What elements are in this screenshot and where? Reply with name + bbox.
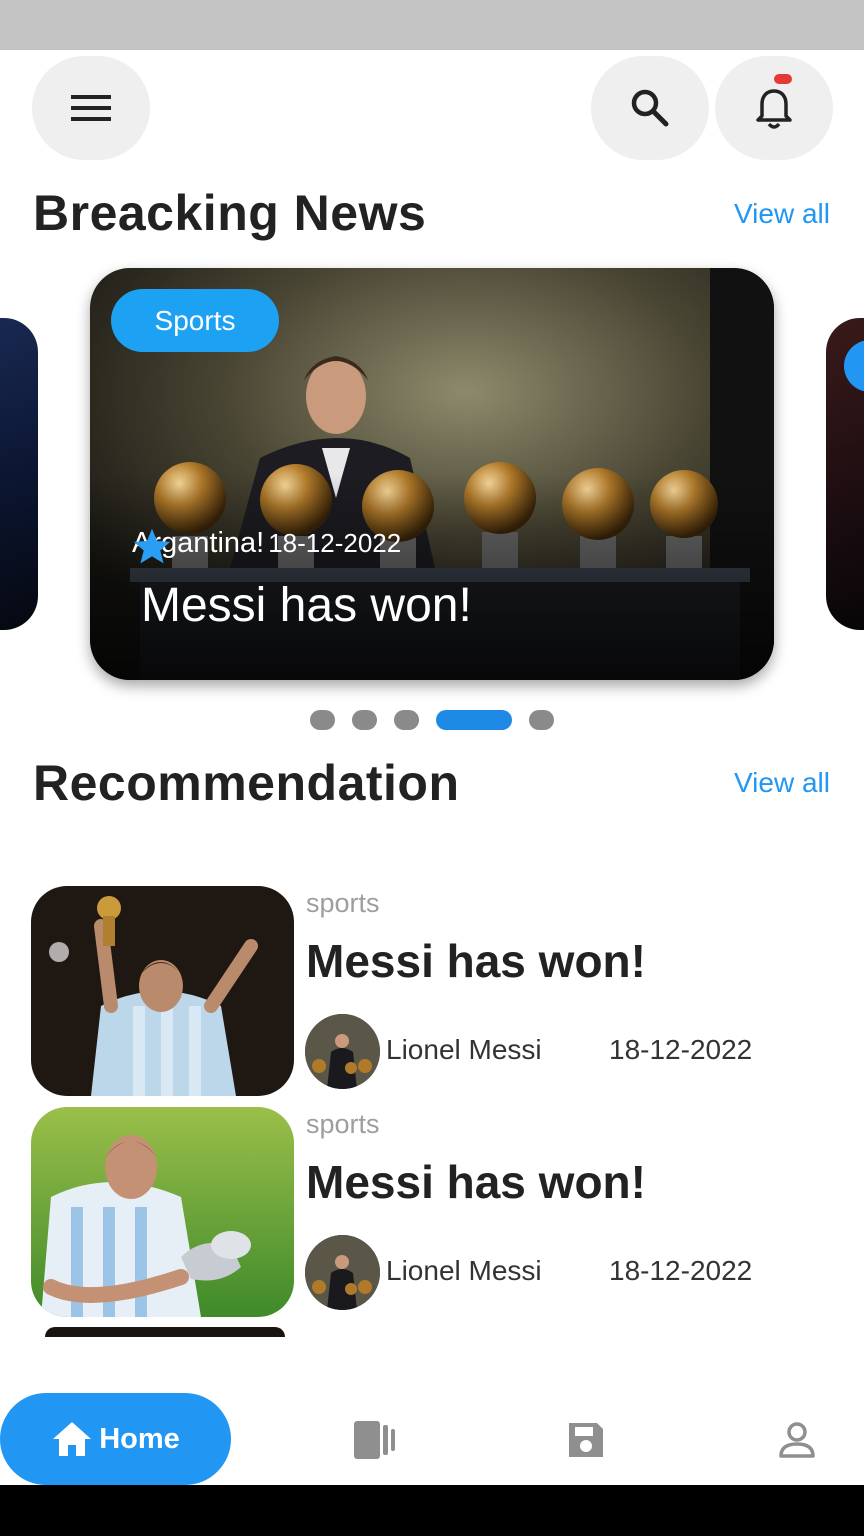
search-icon [631, 89, 669, 127]
breaking-news-title: Breacking News [33, 185, 427, 241]
breaking-view-all-link[interactable]: View all [734, 198, 830, 230]
card-headline: Messi has won! [141, 579, 472, 632]
carousel-dot[interactable] [352, 710, 377, 730]
avatar [305, 1014, 380, 1089]
save-icon [569, 1423, 603, 1457]
recommendation-title: Recommendation [33, 755, 460, 811]
article-title: Messi has won! [306, 1156, 646, 1208]
bottom-nav: Home [0, 1390, 864, 1485]
nav-home-label: Home [99, 1422, 180, 1455]
article-category: sports [306, 1109, 380, 1139]
list-item-peek [45, 1327, 285, 1337]
carousel-dot[interactable] [529, 710, 554, 730]
bell-icon [756, 89, 792, 129]
nav-home-button[interactable]: Home [0, 1393, 231, 1485]
article-author: Lionel Messi [386, 1255, 542, 1286]
recommendation-view-all-link[interactable]: View all [734, 767, 830, 799]
article-title: Messi has won! [306, 935, 646, 987]
card-date: 18-12-2022 [268, 528, 402, 558]
carousel-dot[interactable] [394, 710, 419, 730]
nav-profile-button[interactable] [775, 1418, 819, 1462]
nav-saved-button[interactable] [564, 1418, 608, 1462]
avatar [305, 1235, 380, 1310]
carousel-card-previous[interactable] [0, 318, 38, 630]
article-date: 18-12-2022 [609, 1034, 753, 1065]
list-item[interactable]: sports Messi has won! Lionel Messi 18-12… [31, 886, 831, 1096]
list-item[interactable]: sports Messi has won! Lionel Messi 18-12… [31, 1107, 831, 1317]
profile-icon [779, 1422, 815, 1458]
category-chip [844, 340, 864, 392]
status-bar [0, 0, 864, 50]
menu-button[interactable] [32, 56, 150, 160]
category-chip[interactable]: Sports [111, 289, 279, 352]
article-date: 18-12-2022 [609, 1255, 753, 1286]
carousel-card-next[interactable] [826, 318, 864, 630]
carousel-indicator [310, 710, 554, 730]
search-button[interactable] [591, 56, 709, 160]
article-category: sports [306, 888, 380, 918]
carousel-dot[interactable] [310, 710, 335, 730]
article-thumbnail [31, 1107, 294, 1317]
breaking-news-card[interactable]: Sports Argantina! 18-12-2022 Messi has w… [90, 268, 774, 680]
article-author: Lionel Messi [386, 1034, 542, 1065]
carousel-dot-active[interactable] [436, 710, 512, 730]
cards-icon [354, 1421, 395, 1459]
star-icon [133, 528, 171, 564]
system-navigation-bar [0, 1485, 864, 1536]
notification-badge [774, 74, 792, 84]
card-meta: Argantina! 18-12-2022 [132, 527, 402, 564]
notifications-button[interactable] [715, 56, 833, 160]
home-icon [53, 1422, 92, 1456]
menu-icon [71, 95, 111, 121]
nav-cards-button[interactable] [352, 1418, 396, 1462]
article-thumbnail [31, 886, 294, 1096]
